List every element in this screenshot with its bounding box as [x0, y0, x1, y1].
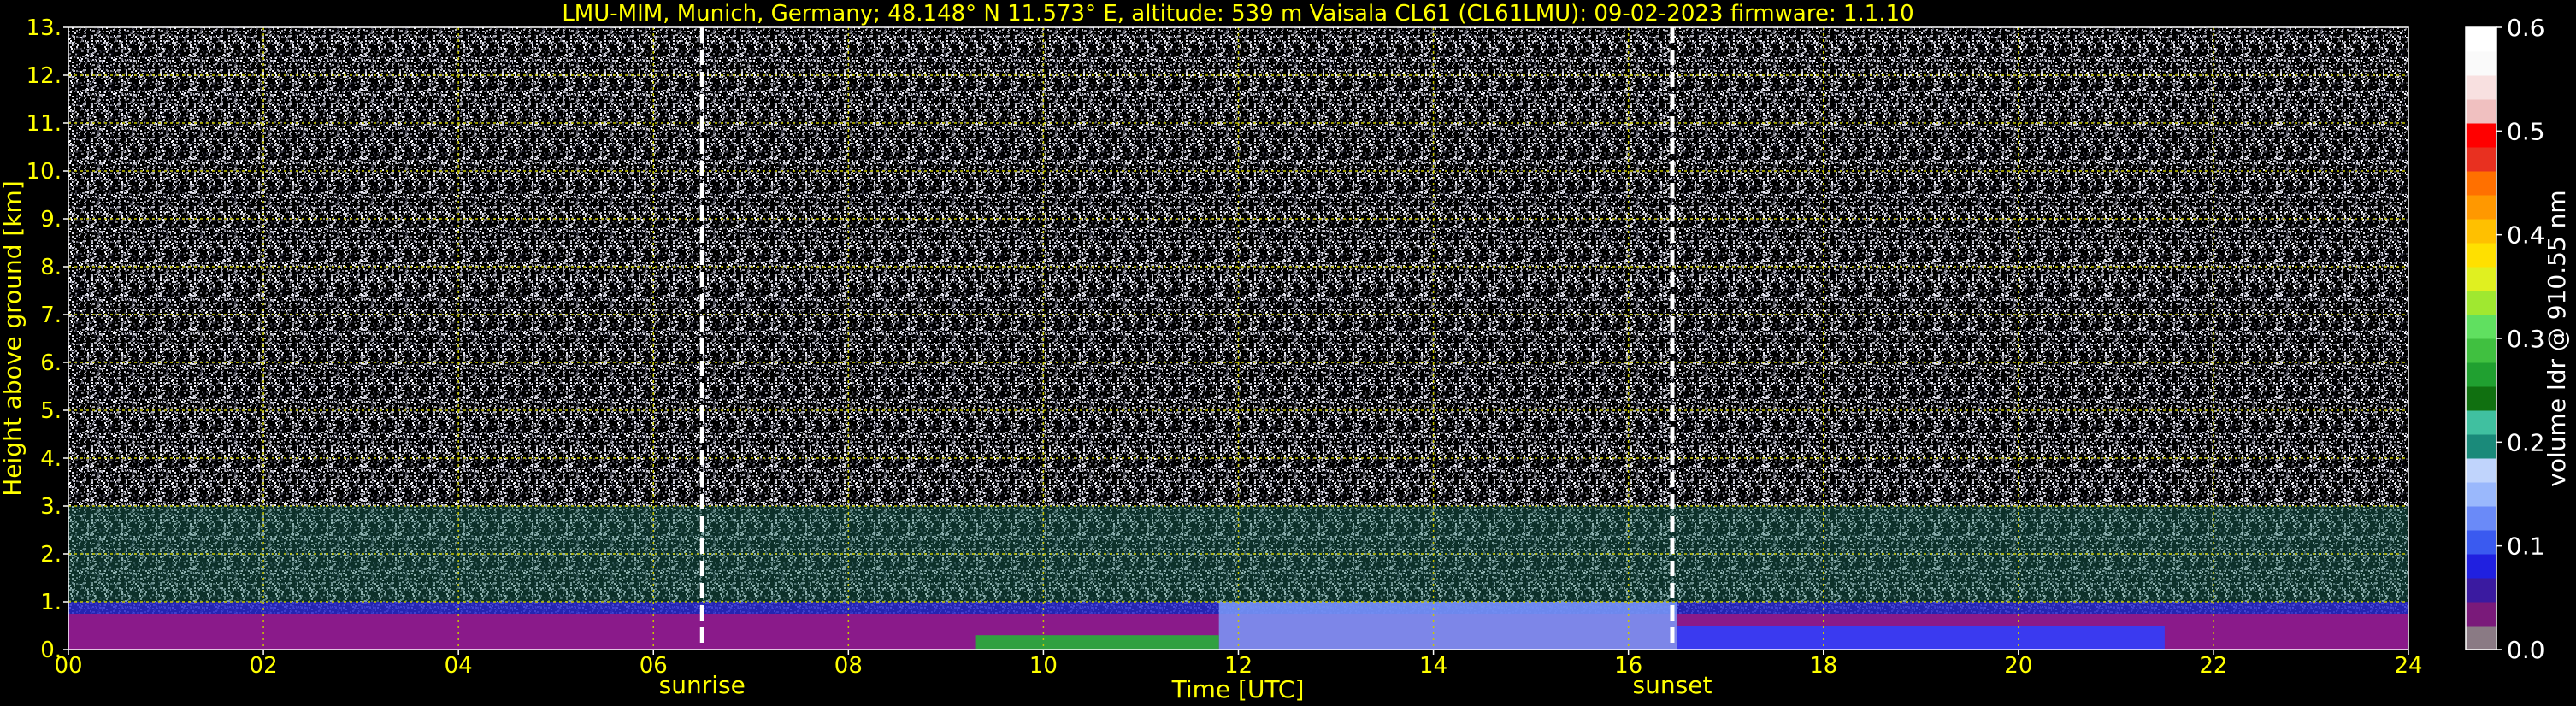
colorbar-segment [2466, 219, 2496, 244]
colorbar-segment [2466, 147, 2496, 172]
x-tick-label: 02 [250, 653, 278, 679]
colorbar [2465, 26, 2497, 650]
colorbar-segment [2466, 195, 2496, 220]
x-tick-label: 00 [54, 653, 82, 679]
y-tick-label: 8. [40, 255, 62, 280]
ceilometer-chart: LMU-MIM, Munich, Germany; 48.148° N 11.5… [0, 1, 2571, 703]
colorbar-tick-label: 0.3 [2507, 325, 2545, 353]
colorbar-segment [2466, 578, 2496, 603]
x-tick-label: 04 [445, 653, 473, 679]
colorbar-segment [2466, 123, 2496, 148]
y-tick-label: 10. [27, 159, 62, 185]
y-tick-label: 2. [40, 542, 62, 568]
colorbar-tick-label: 0.2 [2507, 428, 2545, 456]
daytime-convective-layer [1218, 602, 1677, 650]
colorbar-tick-label: 0.0 [2507, 636, 2545, 664]
colorbar-segment [2466, 315, 2496, 339]
x-tick-label: 08 [834, 653, 863, 679]
colorbar-ticks: 0.0 0.1 0.2 0.3 0.4 0.5 0.6 [2496, 14, 2545, 664]
colorbar-segment [2466, 99, 2496, 124]
colorbar-segment [2466, 171, 2496, 196]
colorbar-segment [2466, 506, 2496, 531]
y-axis-label: Height above ground [km] [0, 180, 27, 497]
sunrise-label: sunrise [659, 671, 746, 699]
colorbar-segment [2466, 410, 2496, 435]
x-tick-label: 14 [1419, 653, 1447, 679]
y-tick-label: 11. [27, 111, 62, 137]
x-tick-label: 24 [2394, 653, 2422, 679]
colorbar-segment [2466, 434, 2496, 459]
colorbar-segment [2466, 626, 2496, 650]
x-axis-label: Time [UTC] [1171, 675, 1305, 703]
colorbar-segment [2466, 243, 2496, 268]
y-tick-label: 3. [40, 494, 62, 520]
colorbar-segment [2466, 291, 2496, 315]
y-tick-label: 4. [40, 446, 62, 472]
y-tick-label: 12. [27, 63, 62, 89]
colorbar-segment [2466, 458, 2496, 483]
y-tick-label: 1. [40, 590, 62, 615]
colorbar-label: volume ldr @ 910.55 nm [2543, 190, 2571, 486]
y-tick-label: 6. [40, 350, 62, 376]
x-tick-label: 10 [1029, 653, 1058, 679]
colorbar-segment [2466, 386, 2496, 411]
x-axis-ticks: 00 02 04 06 08 10 12 14 16 18 20 22 24 [54, 650, 2423, 679]
plot-area [68, 27, 2408, 650]
evening-blue-layer [1677, 626, 2165, 650]
colorbar-segment [2466, 554, 2496, 579]
colorbar-segment [2466, 482, 2496, 507]
colorbar-segment [2466, 338, 2496, 363]
y-tick-label: 9. [40, 207, 62, 232]
colorbar-segment [2466, 267, 2496, 291]
colorbar-tick-label: 0.6 [2507, 14, 2545, 42]
y-tick-label: 7. [40, 303, 62, 328]
chart-title: LMU-MIM, Munich, Germany; 48.148° N 11.5… [562, 1, 1913, 26]
x-tick-label: 20 [2004, 653, 2032, 679]
colorbar-segment [2466, 27, 2496, 52]
y-tick-label: 13. [27, 15, 62, 41]
colorbar-segment [2466, 530, 2496, 555]
y-tick-label: 5. [40, 398, 62, 424]
colorbar-segment [2466, 75, 2496, 100]
colorbar-segment [2466, 51, 2496, 76]
colorbar-tick-label: 0.4 [2507, 221, 2545, 250]
x-tick-label: 18 [1809, 653, 1837, 679]
low-green-layer [975, 635, 1219, 650]
colorbar-tick-label: 0.1 [2507, 532, 2545, 561]
colorbar-segment [2466, 362, 2496, 387]
y-axis-ticks: 0.1.2.3.4.5.6.7.8.9.10.11.12.13. [27, 15, 68, 663]
colorbar-segment [2466, 602, 2496, 627]
sunset-label: sunset [1633, 671, 1712, 699]
colorbar-tick-label: 0.5 [2507, 117, 2545, 145]
x-tick-label: 22 [2199, 653, 2227, 679]
